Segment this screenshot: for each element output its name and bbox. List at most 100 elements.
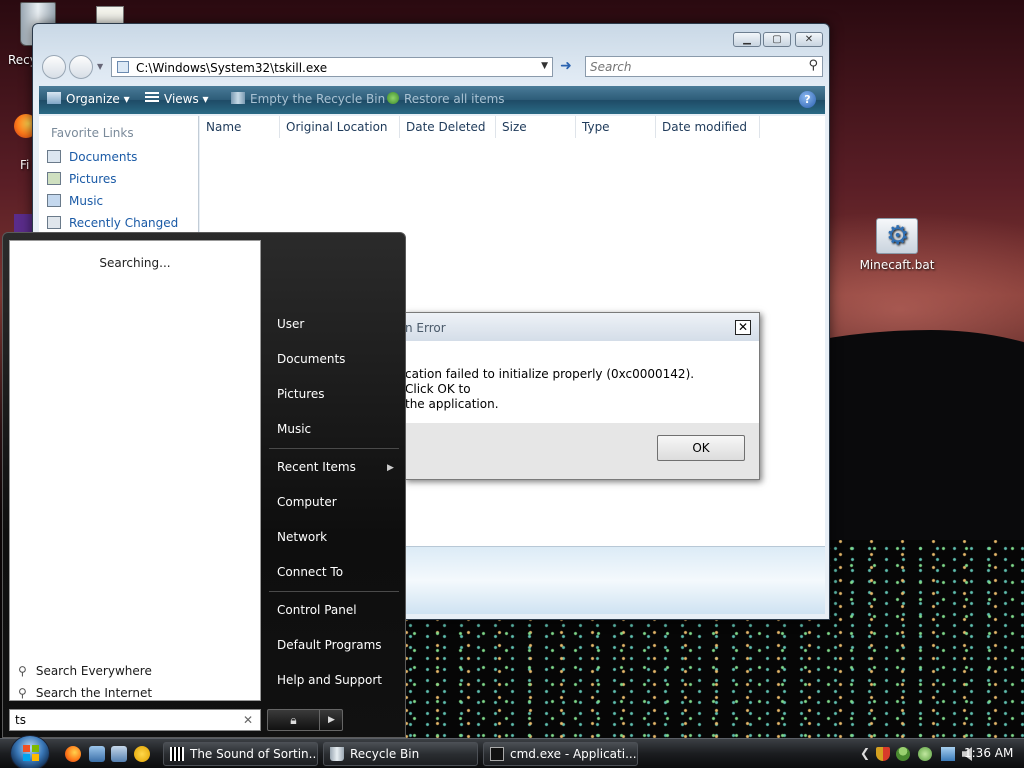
taskbar-button-recycle-bin[interactable]: Recycle Bin bbox=[323, 742, 478, 766]
error-dialog-titlebar[interactable]: n Error ✕ bbox=[405, 313, 759, 341]
start-menu: Searching... ⚲ Search Everywhere ⚲ Searc… bbox=[2, 232, 406, 738]
favorite-link-label: Music bbox=[69, 194, 104, 208]
start-search-input[interactable] bbox=[15, 713, 235, 727]
address-text[interactable]: C:\Windows\System32\tskill.exe bbox=[136, 61, 327, 75]
views-label: Views bbox=[164, 92, 199, 106]
submenu-arrow-icon: ▶ bbox=[387, 463, 394, 473]
search-everywhere-link[interactable]: ⚲ Search Everywhere bbox=[18, 664, 152, 678]
clock[interactable]: 1:36 AM bbox=[964, 746, 1013, 760]
start-item-recent-items[interactable]: Recent Items bbox=[277, 460, 356, 474]
help-icon[interactable]: ? bbox=[799, 91, 816, 108]
favorite-links-heading: Favorite Links bbox=[51, 126, 134, 140]
forward-button[interactable] bbox=[69, 55, 93, 79]
favorite-link-label: Recently Changed bbox=[69, 216, 179, 230]
command-prompt-icon bbox=[490, 747, 504, 761]
show-hidden-icons-chevron-icon[interactable]: ❮ bbox=[860, 746, 870, 760]
pictures-icon bbox=[47, 172, 61, 185]
music-icon bbox=[47, 194, 61, 207]
search-icon[interactable]: ⚲ bbox=[808, 58, 818, 73]
column-header-size[interactable]: Size bbox=[496, 116, 576, 138]
start-item-music[interactable]: Music bbox=[277, 422, 311, 436]
taskbar-button-label: Recycle Bin bbox=[350, 747, 420, 761]
start-item-network[interactable]: Network bbox=[277, 530, 327, 544]
address-bar[interactable]: C:\Windows\System32\tskill.exe ▼ bbox=[111, 57, 553, 77]
taskbar-button-label: cmd.exe - Applicati... bbox=[510, 747, 637, 761]
column-header-name[interactable]: Name bbox=[200, 116, 280, 138]
organize-button[interactable]: Organize ▾ bbox=[47, 92, 130, 106]
security-shield-icon[interactable] bbox=[876, 747, 890, 761]
desktop-firefox-label: Fi bbox=[20, 158, 30, 172]
start-item-default-programs[interactable]: Default Programs bbox=[277, 638, 382, 652]
users-icon[interactable] bbox=[896, 747, 910, 761]
minimize-button[interactable]: ▁ bbox=[733, 32, 761, 47]
error-dialog-close-icon[interactable]: ✕ bbox=[735, 320, 751, 335]
column-header-type[interactable]: Type bbox=[576, 116, 656, 138]
go-arrow-icon[interactable]: ➜ bbox=[556, 57, 576, 77]
start-button[interactable] bbox=[10, 735, 50, 768]
favorite-link-pictures[interactable]: Pictures bbox=[47, 172, 117, 186]
search-everywhere-label: Search Everywhere bbox=[35, 664, 152, 678]
network-icon[interactable] bbox=[941, 747, 955, 761]
column-header-original-location[interactable]: Original Location bbox=[280, 116, 400, 138]
empty-recycle-bin-label: Empty the Recycle Bin bbox=[250, 92, 386, 106]
error-dialog-body: cation failed to initialize properly (0x… bbox=[405, 341, 759, 423]
favorite-link-recently-changed[interactable]: Recently Changed bbox=[47, 216, 178, 230]
close-button[interactable]: ✕ bbox=[795, 32, 823, 47]
messenger-status-icon[interactable] bbox=[918, 747, 932, 761]
switch-windows-icon[interactable] bbox=[111, 746, 127, 762]
command-toolbar: Organize ▾ Views ▾ Empty the Recycle Bin… bbox=[39, 86, 825, 114]
start-item-connect-to[interactable]: Connect To bbox=[277, 565, 343, 579]
start-item-documents[interactable]: Documents bbox=[277, 352, 345, 366]
empty-recycle-bin-button[interactable]: Empty the Recycle Bin bbox=[231, 92, 385, 106]
start-separator bbox=[269, 591, 399, 592]
start-item-computer[interactable]: Computer bbox=[277, 495, 337, 509]
start-menu-results-pane: Searching... ⚲ Search Everywhere ⚲ Searc… bbox=[9, 240, 261, 701]
column-header-date-deleted[interactable]: Date Deleted bbox=[400, 116, 496, 138]
start-separator bbox=[269, 448, 399, 449]
search-icon: ⚲ bbox=[18, 686, 27, 700]
search-internet-label: Search the Internet bbox=[35, 686, 153, 700]
maximize-button[interactable]: ▢ bbox=[763, 32, 791, 47]
sorting-app-icon bbox=[170, 747, 184, 761]
favorite-link-documents[interactable]: Documents bbox=[47, 150, 137, 164]
start-item-help-support[interactable]: Help and Support bbox=[277, 673, 382, 687]
error-message-line: the application. bbox=[405, 397, 499, 411]
messenger-icon[interactable] bbox=[134, 746, 150, 762]
desktop-app-icon[interactable] bbox=[14, 214, 34, 234]
start-item-user[interactable]: User bbox=[277, 317, 304, 331]
views-button[interactable]: Views ▾ bbox=[145, 92, 209, 106]
taskbar-button-sound-of-sorting[interactable]: The Sound of Sortin... bbox=[163, 742, 318, 766]
lock-icon[interactable]: 🔒︎ bbox=[268, 710, 320, 730]
address-dropdown-icon[interactable]: ▼ bbox=[541, 61, 548, 71]
column-header-date-modified[interactable]: Date modified bbox=[656, 116, 760, 138]
recent-pages-dropdown-icon[interactable]: ▼ bbox=[97, 62, 103, 71]
start-item-pictures[interactable]: Pictures bbox=[277, 387, 325, 401]
restore-all-label: Restore all items bbox=[404, 92, 505, 106]
power-options-arrow-icon[interactable]: ▶ bbox=[321, 710, 342, 730]
organize-icon bbox=[47, 92, 61, 104]
error-message: cation failed to initialize properly (0x… bbox=[405, 367, 725, 412]
back-button[interactable] bbox=[42, 55, 66, 79]
organize-label: Organize bbox=[66, 92, 120, 106]
search-box[interactable]: ⚲ bbox=[585, 56, 823, 77]
clear-search-icon[interactable]: ✕ bbox=[243, 713, 253, 727]
windows-logo-icon bbox=[23, 745, 39, 761]
firefox-icon[interactable] bbox=[65, 746, 81, 762]
show-desktop-icon[interactable] bbox=[89, 746, 105, 762]
start-search-box[interactable]: ✕ bbox=[9, 709, 261, 731]
ok-button[interactable]: OK bbox=[657, 435, 745, 461]
views-icon bbox=[145, 92, 159, 104]
batch-file-icon bbox=[876, 218, 918, 254]
start-item-control-panel[interactable]: Control Panel bbox=[277, 603, 357, 617]
documents-icon bbox=[47, 150, 61, 163]
favorite-link-music[interactable]: Music bbox=[47, 194, 103, 208]
address-location-icon bbox=[117, 61, 129, 73]
restore-all-button[interactable]: Restore all items bbox=[387, 92, 505, 106]
search-input[interactable] bbox=[590, 60, 790, 74]
favorite-link-label: Pictures bbox=[69, 172, 117, 186]
error-message-line: cation failed to initialize properly (0x… bbox=[405, 367, 695, 396]
search-internet-link[interactable]: ⚲ Search the Internet bbox=[18, 686, 152, 700]
desktop-minecraft-bat[interactable]: Minecaft.bat bbox=[856, 218, 938, 272]
taskbar-button-cmd[interactable]: cmd.exe - Applicati... bbox=[483, 742, 638, 766]
favorite-link-label: Documents bbox=[69, 150, 138, 164]
